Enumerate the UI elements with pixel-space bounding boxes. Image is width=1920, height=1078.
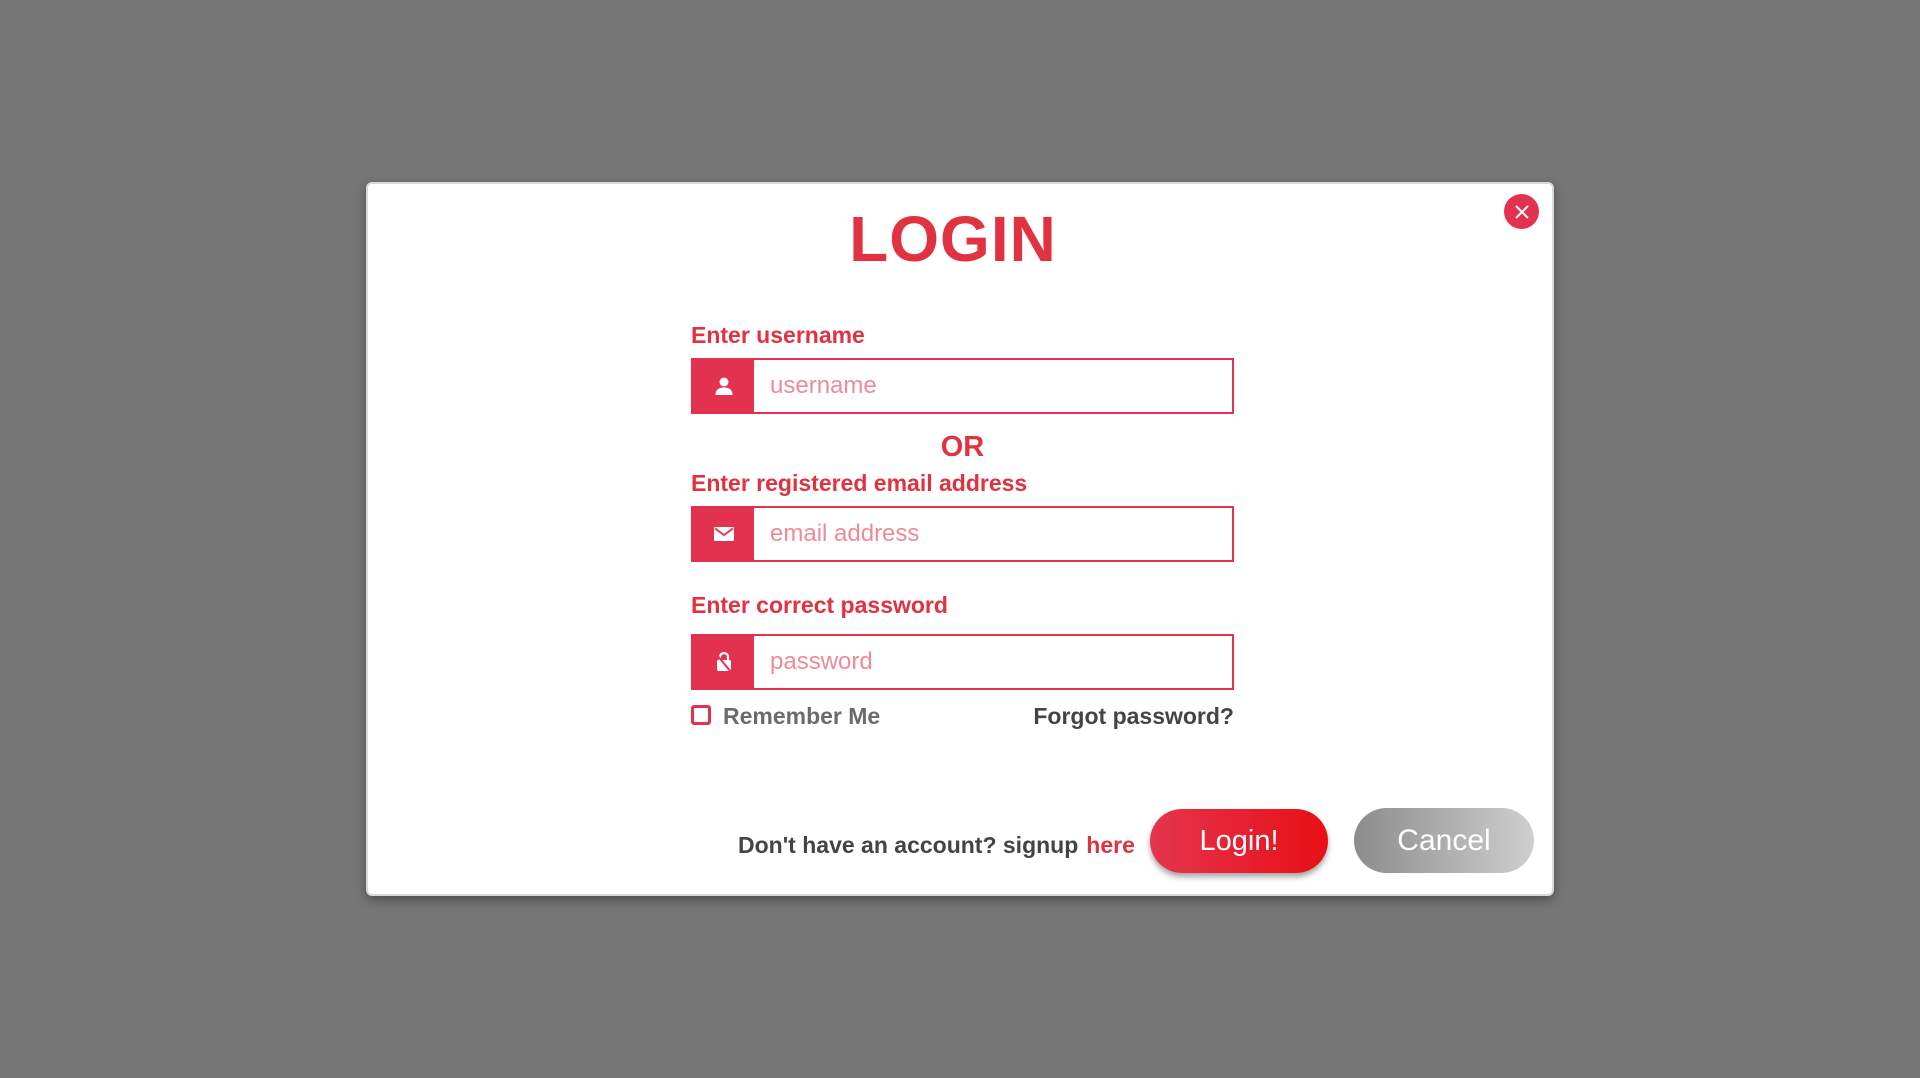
dialog-title: LOGIN [849,203,1057,275]
password-label: Enter correct password [691,592,948,618]
cancel-button[interactable]: Cancel [1354,808,1534,873]
forgot-password-link[interactable]: Forgot password? [1033,703,1234,730]
login-dialog: LOGIN Enter username OR Enter registered… [366,182,1554,896]
email-input-group [691,506,1234,562]
email-input[interactable] [754,508,1232,560]
username-input[interactable] [754,360,1232,412]
password-input-group [691,634,1234,690]
mail-icon [713,527,734,541]
remember-me-checkbox[interactable] [691,705,711,725]
email-label: Enter registered email address [691,470,1028,496]
signup-prompt: Don't have an account? signup [738,832,1079,858]
remember-me[interactable]: Remember Me [691,703,880,730]
signup-link[interactable]: here [1086,832,1135,859]
username-input-group [691,358,1234,414]
login-button[interactable]: Login! [1150,809,1328,873]
user-icon-box [693,360,754,412]
lock-icon-box [693,636,754,688]
options-row: Remember Me Forgot password? [691,700,1234,732]
mail-icon-box [693,508,754,560]
signup-prompt-row: Don't have an account? signup here [738,832,1135,859]
or-separator: OR [940,431,985,463]
user-icon [715,377,732,395]
login-form: Enter username OR Enter registered email… [691,320,1234,732]
password-input[interactable] [754,636,1232,688]
lock-icon [715,651,732,673]
username-label: Enter username [691,322,865,348]
remember-me-label: Remember Me [723,702,881,729]
modal-backdrop: LOGIN Enter username OR Enter registered… [0,0,1920,1078]
